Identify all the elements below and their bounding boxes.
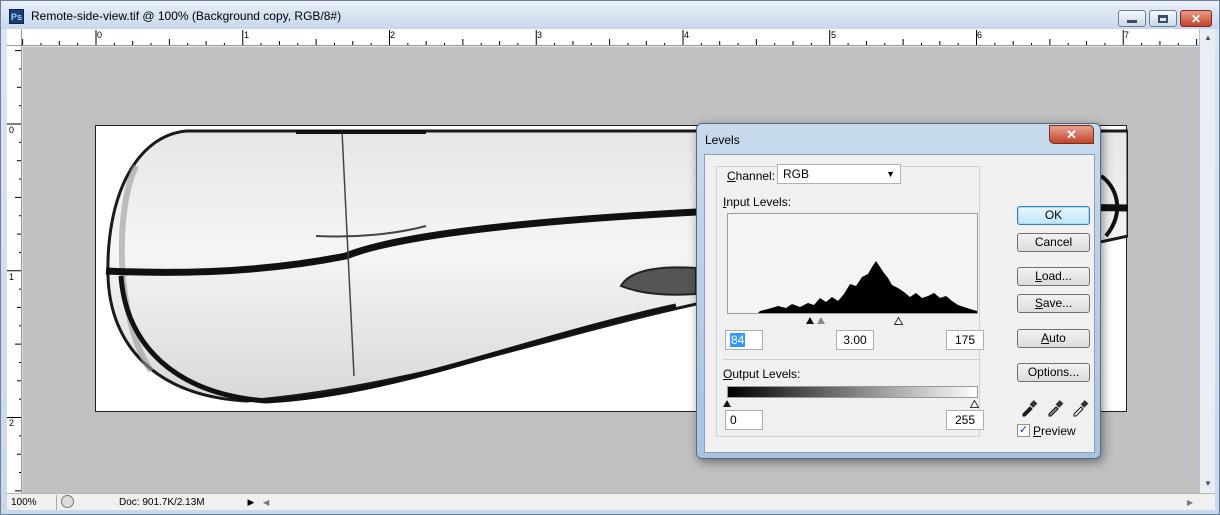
input-black-point-handle[interactable]	[806, 317, 814, 324]
status-info-icon[interactable]	[61, 495, 74, 508]
ruler-label-v1: 1	[9, 272, 15, 282]
black-eyedropper-icon[interactable]	[1020, 399, 1038, 417]
preview-label[interactable]: Preview	[1033, 424, 1076, 438]
ruler-label-v0: 0	[9, 125, 15, 135]
zoom-level[interactable]: 100%	[11, 495, 57, 510]
channel-value: RGB	[783, 167, 810, 181]
load-label: oad...	[1041, 269, 1072, 283]
channel-label: Channel:	[725, 169, 778, 183]
channel-label-text: hannel:	[735, 169, 776, 183]
scroll-right-icon[interactable]: ▶	[1187, 495, 1193, 510]
dialog-body: Channel: RGB ▼ Input Levels: 84 3.00 175…	[704, 154, 1095, 453]
output-levels-label: Output Levels:	[723, 367, 800, 381]
output-levels-accel: O	[723, 367, 733, 381]
ok-button[interactable]: OK	[1017, 206, 1090, 225]
load-accel: L	[1035, 269, 1042, 283]
chevron-down-icon: ▼	[886, 169, 895, 179]
input-gamma-field[interactable]: 3.00	[836, 330, 874, 350]
input-levels-slider[interactable]	[727, 315, 978, 327]
maximize-icon	[1158, 14, 1168, 23]
output-levels-text: utput Levels:	[732, 367, 801, 381]
save-button[interactable]: Save...	[1017, 294, 1090, 313]
auto-label: uto	[1049, 331, 1066, 345]
gray-eyedropper-icon[interactable]	[1046, 399, 1064, 417]
window-title: Remote-side-view.tif @ 100% (Background …	[31, 9, 342, 23]
ruler-label-0: 0	[97, 30, 103, 40]
levels-separator	[723, 359, 979, 360]
input-black-field[interactable]: 84	[725, 330, 763, 350]
scroll-down-icon[interactable]: ▼	[1204, 479, 1212, 488]
photoshop-app-icon: Ps	[9, 9, 24, 24]
cancel-button[interactable]: Cancel	[1017, 233, 1090, 252]
output-black-field[interactable]: 0	[725, 410, 763, 430]
input-levels-text: nput Levels:	[726, 195, 792, 209]
histogram	[727, 213, 978, 314]
input-levels-label: Input Levels:	[723, 195, 791, 209]
save-label: ave...	[1042, 296, 1073, 310]
output-white-field[interactable]: 255	[946, 410, 984, 430]
channel-dropdown[interactable]: RGB ▼	[777, 164, 901, 184]
status-menu-arrow-icon[interactable]: ▶	[245, 495, 257, 510]
close-icon: ✕	[1190, 11, 1202, 26]
minimize-icon	[1127, 20, 1137, 23]
input-gamma-handle[interactable]	[817, 317, 825, 324]
ruler-label-7: 7	[1124, 30, 1130, 40]
preview-checkbox[interactable]: ✓	[1017, 424, 1030, 437]
load-button[interactable]: Load...	[1017, 267, 1090, 286]
horizontal-ruler-ticks	[22, 30, 1198, 45]
ruler-label-5: 5	[831, 30, 837, 40]
scroll-up-icon[interactable]: ▲	[1204, 33, 1212, 42]
auto-accel: A	[1041, 331, 1050, 345]
document-size-info: Doc: 901.7K/2.13M	[119, 497, 205, 508]
dialog-title: Levels	[705, 133, 740, 147]
histogram-graph	[758, 261, 977, 313]
horizontal-ruler[interactable]: 0 1 2 3 4 5 6 7	[22, 29, 1199, 46]
dialog-close-button[interactable]: ✕	[1049, 125, 1094, 144]
photoshop-document-window: Ps Remote-side-view.tif @ 100% (Backgrou…	[0, 0, 1220, 515]
output-gradient-bar	[727, 386, 978, 398]
scroll-left-icon[interactable]: ◀	[263, 495, 269, 510]
vertical-scrollbar[interactable]: ▲ ▼	[1199, 29, 1215, 493]
save-accel: S	[1034, 296, 1043, 310]
ruler-label-v2: 2	[9, 418, 15, 428]
input-black-value: 84	[730, 333, 746, 347]
levels-dialog: Levels ✕ Channel: RGB ▼ Input Levels: 84	[696, 123, 1101, 459]
title-bar[interactable]: Ps Remote-side-view.tif @ 100% (Backgrou…	[1, 1, 1219, 29]
options-button[interactable]: Options...	[1017, 363, 1090, 382]
status-bar: 100% Doc: 901.7K/2.13M ▶ ◀ ▶	[7, 493, 1215, 510]
close-window-button[interactable]: ✕	[1180, 10, 1212, 27]
ruler-label-4: 4	[684, 30, 690, 40]
maximize-button[interactable]	[1149, 10, 1177, 27]
preview-accel: P	[1033, 424, 1042, 438]
output-levels-slider[interactable]	[723, 398, 979, 410]
ruler-origin[interactable]	[7, 29, 22, 46]
white-eyedropper-icon[interactable]	[1071, 399, 1089, 417]
ruler-label-6: 6	[977, 30, 983, 40]
ruler-label-1: 1	[244, 30, 250, 40]
ruler-label-2: 2	[390, 30, 396, 40]
input-white-point-handle[interactable]	[894, 317, 903, 325]
channel-accel: C	[727, 169, 736, 183]
preview-label-text: review	[1041, 424, 1076, 438]
output-white-point-handle[interactable]	[970, 400, 979, 408]
output-black-point-handle[interactable]	[723, 400, 731, 407]
ruler-label-3: 3	[537, 30, 543, 40]
minimize-button[interactable]	[1118, 10, 1146, 27]
auto-button[interactable]: Auto	[1017, 329, 1090, 348]
vertical-ruler[interactable]: 0 1 2	[7, 46, 22, 493]
input-white-field[interactable]: 175	[946, 330, 984, 350]
